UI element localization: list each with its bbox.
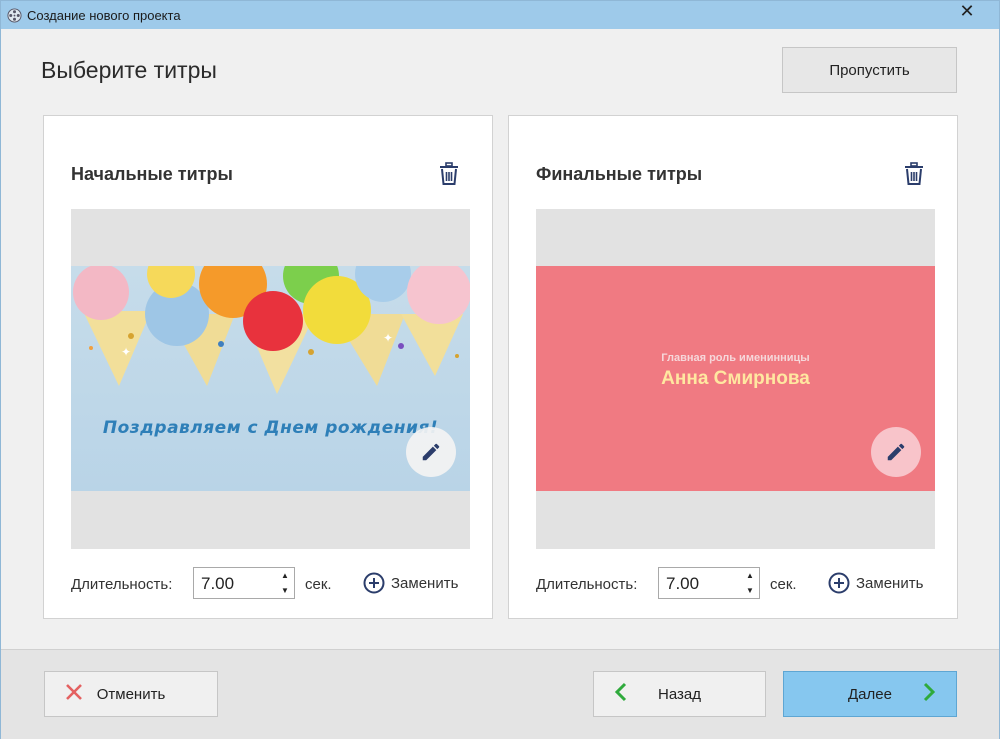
duration-label: Длительность: bbox=[536, 576, 638, 593]
plus-circle-icon bbox=[363, 572, 385, 594]
footer-bar: Отменить Назад Далее bbox=[1, 649, 999, 739]
pencil-icon bbox=[887, 443, 905, 461]
film-reel-icon bbox=[6, 7, 22, 23]
plus-circle-icon bbox=[828, 572, 850, 594]
edit-title-button[interactable] bbox=[406, 427, 456, 477]
svg-text:✦: ✦ bbox=[121, 345, 131, 359]
window-title: Создание нового проекта bbox=[27, 7, 181, 23]
panel-title: Начальные титры bbox=[71, 164, 233, 184]
arrow-down-icon[interactable]: ▼ bbox=[281, 586, 289, 595]
replace-button[interactable]: Заменить bbox=[828, 571, 923, 595]
replace-label: Заменить bbox=[391, 574, 459, 592]
back-label: Назад bbox=[658, 685, 701, 703]
next-label: Далее bbox=[848, 685, 892, 703]
chevron-right-icon bbox=[922, 682, 936, 706]
duration-row: Длительность: ▲ ▼ сек. Заменить bbox=[536, 567, 936, 601]
duration-stepper[interactable]: ▲ ▼ bbox=[658, 567, 760, 600]
next-button[interactable]: Далее bbox=[783, 671, 957, 717]
close-x-icon bbox=[65, 683, 83, 705]
title-preview[interactable]: Главная роль именинницы Анна Смирнова bbox=[536, 209, 935, 549]
stepper-arrows[interactable]: ▲ ▼ bbox=[280, 571, 290, 595]
closing-titles-panel: Финальные титры Главная роль именинницы … bbox=[508, 115, 958, 619]
replace-button[interactable]: Заменить bbox=[363, 571, 458, 595]
trash-icon[interactable] bbox=[438, 162, 460, 186]
skip-button[interactable]: Пропустить bbox=[782, 47, 957, 93]
duration-stepper[interactable]: ▲ ▼ bbox=[193, 567, 295, 600]
pencil-icon bbox=[422, 443, 440, 461]
back-button[interactable]: Назад bbox=[593, 671, 766, 717]
closing-title-subtitle: Главная роль именинницы bbox=[661, 352, 810, 364]
opening-title-caption: Поздравляем с Днем рождения! bbox=[102, 418, 439, 438]
trash-icon[interactable] bbox=[903, 162, 925, 186]
svg-text:✦: ✦ bbox=[383, 331, 393, 345]
duration-unit: сек. bbox=[770, 576, 797, 593]
close-icon: ✕ bbox=[959, 0, 975, 21]
duration-unit: сек. bbox=[305, 576, 332, 593]
stepper-arrows[interactable]: ▲ ▼ bbox=[745, 571, 755, 595]
title-bar: Создание нового проекта ✕ bbox=[1, 1, 999, 29]
duration-input[interactable] bbox=[199, 568, 273, 600]
arrow-up-icon[interactable]: ▲ bbox=[746, 571, 754, 580]
arrow-up-icon[interactable]: ▲ bbox=[281, 571, 289, 580]
cancel-button[interactable]: Отменить bbox=[44, 671, 218, 717]
cancel-label: Отменить bbox=[96, 685, 166, 703]
chevron-left-icon bbox=[614, 682, 628, 706]
window-close-button[interactable]: ✕ bbox=[945, 1, 989, 21]
page-title: Выберите титры bbox=[41, 57, 217, 83]
opening-titles-panel: Начальные титры ✦ ✦ Поздравляем с Днем р… bbox=[43, 115, 493, 619]
duration-label: Длительность: bbox=[71, 576, 173, 593]
replace-label: Заменить bbox=[856, 574, 924, 592]
panel-title: Финальные титры bbox=[536, 164, 703, 184]
closing-title-name: Анна Смирнова bbox=[661, 368, 810, 389]
arrow-down-icon[interactable]: ▼ bbox=[746, 586, 754, 595]
dialog-window: Создание нового проекта ✕ Выберите титры… bbox=[0, 0, 1000, 739]
duration-input[interactable] bbox=[664, 568, 738, 600]
duration-row: Длительность: ▲ ▼ сек. Заменить bbox=[71, 567, 471, 601]
edit-title-button[interactable] bbox=[871, 427, 921, 477]
title-preview[interactable]: ✦ ✦ Поздравляем с Днем рождения! bbox=[71, 209, 470, 549]
